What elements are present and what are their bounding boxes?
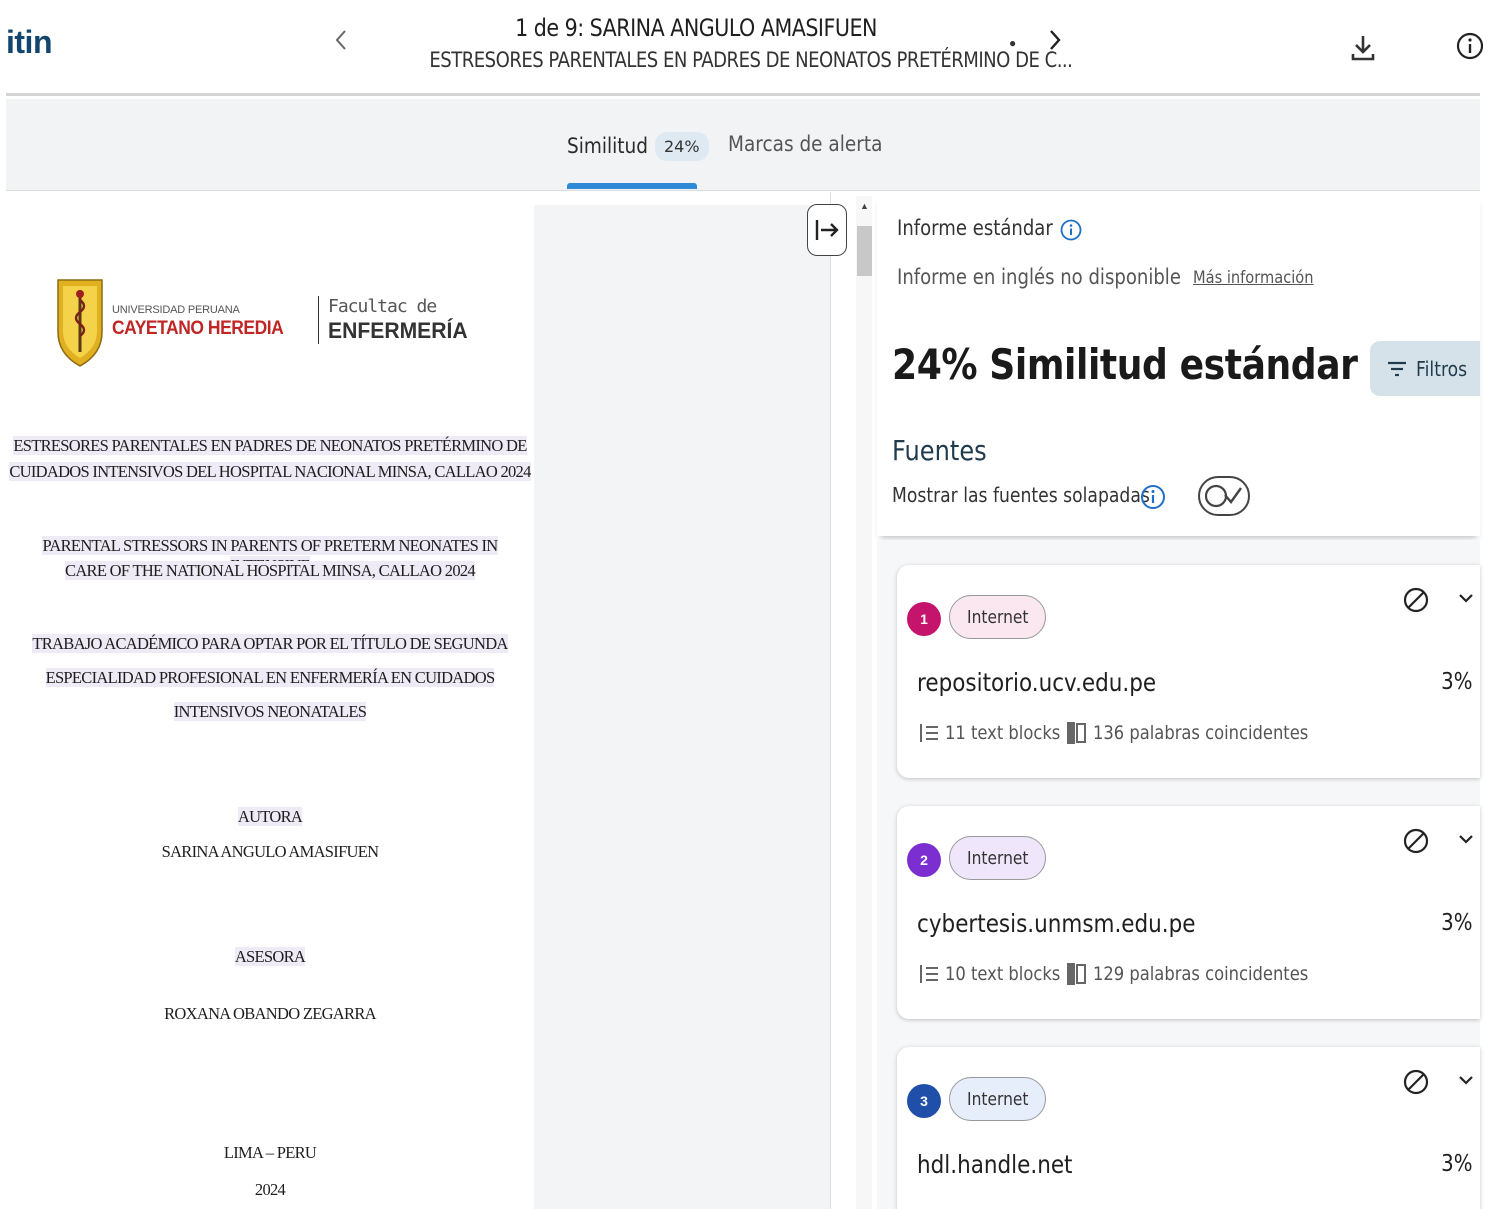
asesora-name: ROXANA OBANDO ZEGARRA (164, 1004, 376, 1023)
source-number-badge: 2 (907, 843, 941, 877)
source-meta: 10 text blocks 129 palabras coincidentes (917, 961, 1343, 987)
source-meta: 11 text blocks 136 palabras coincidentes (917, 720, 1343, 746)
thesis-title-es-line2: CUIDADOS INTENSIVOS DEL HOSPITAL NACIONA… (6, 462, 534, 482)
collapse-panel-button[interactable] (807, 204, 847, 256)
chevron-down-icon[interactable] (1455, 587, 1477, 609)
source-card[interactable]: 2 Internet cybertesis.unmsm.edu.pe 3% 10… (897, 806, 1480, 1019)
source-number-badge: 3 (907, 1084, 941, 1118)
thesis-title-en-line2: CARE OF THE NATIONAL HOSPITAL MINSA, CAL… (6, 561, 534, 581)
degree-line1: TRABAJO ACADÉMICO PARA OPTAR POR EL TÍTU… (6, 634, 534, 654)
highlight-match: ESPECIALIDAD PROFESIONAL EN ENFERMERÍA E… (45, 668, 495, 687)
info-icon[interactable] (1140, 484, 1166, 510)
source-card[interactable]: 1 Internet repositorio.ucv.edu.pe 3% 11 … (897, 565, 1480, 778)
top-header: itin 1 de 9: SARINA ANGULO AMASIFUEN EST… (6, 0, 1484, 96)
source-type-label: Internet (967, 1088, 1029, 1110)
similarity-badge: 24% (655, 131, 709, 161)
mas-informacion-link[interactable]: Más información (1193, 268, 1314, 288)
document-gutter (534, 205, 830, 1209)
tab-similitud[interactable]: Similitud 24% (567, 129, 709, 163)
source-type-label: Internet (967, 847, 1029, 869)
faculty-line2: ENFERMERÍA (328, 318, 468, 343)
toggle-check-icon (1205, 484, 1242, 508)
university-crest-logo (57, 279, 103, 367)
sources-list: 1 Internet repositorio.ucv.edu.pe 3% 11 … (877, 540, 1480, 1209)
matching-words-count: 129 palabras coincidentes (1093, 963, 1309, 985)
highlight-match: ESTRESORES PARENTALES EN PADRES DE NEONA… (13, 436, 527, 455)
faculty-line1: Facultac de (328, 296, 437, 317)
chevron-down-icon[interactable] (1455, 1069, 1477, 1091)
info-icon[interactable] (1060, 219, 1082, 241)
similarity-panel-header: Informe estándar Informe en inglés no di… (877, 196, 1480, 536)
exclude-source-icon[interactable] (1401, 1067, 1431, 1097)
chevron-right-icon (1050, 30, 1061, 50)
overlapping-sources-toggle[interactable] (1198, 476, 1250, 516)
asesora-label: ASESORA (6, 947, 534, 967)
source-percent: 3% (1440, 1151, 1472, 1177)
matching-words-count: 136 palabras coincidentes (1093, 722, 1309, 744)
source-percent: 3% (1440, 669, 1472, 695)
city-line: LIMA – PERU (223, 1143, 317, 1162)
scrollbar-thumb[interactable] (857, 226, 872, 276)
document-title-selector[interactable]: 1 de 9: SARINA ANGULO AMASIFUEN ESTRESOR… (386, 14, 1073, 72)
informe-estandar-label: Informe estándar (897, 216, 1053, 240)
exclude-source-icon[interactable] (1401, 585, 1431, 615)
year-line: 2024 (254, 1180, 286, 1199)
report-tabs-bar: Similitud 24% Marcas de alerta (6, 99, 1480, 191)
chevron-down-icon[interactable] (1455, 828, 1477, 850)
source-type-chip: Internet (949, 595, 1047, 639)
chevron-left-icon (335, 30, 346, 50)
download-icon[interactable] (1349, 30, 1377, 64)
degree-line2: ESPECIALIDAD PROFESIONAL EN ENFERMERÍA E… (6, 668, 534, 688)
highlight-match: INTENSIVOS NEONATALES (173, 702, 367, 721)
filtros-label: Filtros (1416, 356, 1468, 381)
active-tab-indicator (567, 183, 697, 189)
highlight-match: AUTORA (237, 807, 303, 826)
next-submission-button[interactable] (1040, 28, 1070, 62)
university-name-line2: CAYETANO HEREDIA (112, 318, 284, 339)
source-name: cybertesis.unmsm.edu.pe (917, 909, 1196, 938)
source-type-chip: Internet (949, 836, 1047, 880)
thesis-title-es-line1: ESTRESORES PARENTALES EN PADRES DE NEONA… (6, 436, 534, 456)
tab-marcas-de-alerta[interactable]: Marcas de alerta (728, 132, 882, 156)
degree-line3: INTENSIVOS NEONATALES (6, 702, 534, 722)
source-card[interactable]: 3 Internet hdl.handle.net 3% (897, 1047, 1480, 1209)
filtros-button[interactable]: Filtros (1370, 341, 1480, 396)
highlight-match: CARE OF THE NATIONAL HOSPITAL MINSA, CAL… (65, 561, 476, 580)
highlight-match: CUIDADOS INTENSIVOS DEL HOSPITAL NACIONA… (9, 462, 531, 481)
submission-title: 1 de 9: SARINA ANGULO AMASIFUEN (515, 14, 877, 42)
informe-ingles-label: Informe en inglés no disponible (897, 265, 1181, 289)
exclude-source-icon[interactable] (1401, 826, 1431, 856)
tab-similitud-label: Similitud (567, 134, 648, 158)
source-name: repositorio.ucv.edu.pe (917, 668, 1157, 697)
logo-separator (318, 296, 319, 344)
highlight-match: ASESORA (234, 947, 306, 966)
app-logo: itin (6, 24, 52, 60)
source-type-label: Internet (967, 606, 1029, 628)
scroll-up-arrow-icon[interactable]: ▲ (860, 201, 869, 211)
university-name-line1: UNIVERSIDAD PERUANA (112, 304, 240, 316)
source-number-badge: 1 (907, 602, 941, 636)
mostrar-fuentes-solapadas-label: Mostrar las fuentes solapadas (892, 483, 1150, 507)
text-blocks-count: 11 text blocks (945, 722, 1061, 744)
text-blocks-icon (920, 724, 938, 742)
matching-words-icon (1067, 722, 1086, 744)
autora-name: SARINA ANGULO AMASIFUEN (161, 842, 379, 861)
filter-icon (1388, 361, 1406, 376)
info-icon[interactable] (1455, 31, 1485, 61)
matching-words-icon (1067, 963, 1086, 985)
fuentes-heading: Fuentes (892, 434, 987, 467)
document-scrollbar[interactable] (856, 196, 872, 1209)
caret-down-icon[interactable]: ● (1009, 36, 1016, 50)
source-name: hdl.handle.net (917, 1150, 1073, 1179)
collapse-right-icon (815, 220, 839, 240)
text-blocks-count: 10 text blocks (945, 963, 1061, 985)
source-percent: 3% (1440, 910, 1472, 936)
similarity-heading: 24% Similitud estándar (892, 340, 1358, 389)
submission-subtitle: ESTRESORES PARENTALES EN PADRES DE NEONA… (429, 48, 1073, 72)
source-type-chip: Internet (949, 1077, 1047, 1121)
text-blocks-icon (920, 965, 938, 983)
previous-submission-button[interactable] (326, 28, 356, 62)
highlight-match: TRABAJO ACADÉMICO PARA OPTAR POR EL TÍTU… (32, 634, 508, 653)
autora-label: AUTORA (6, 807, 534, 827)
